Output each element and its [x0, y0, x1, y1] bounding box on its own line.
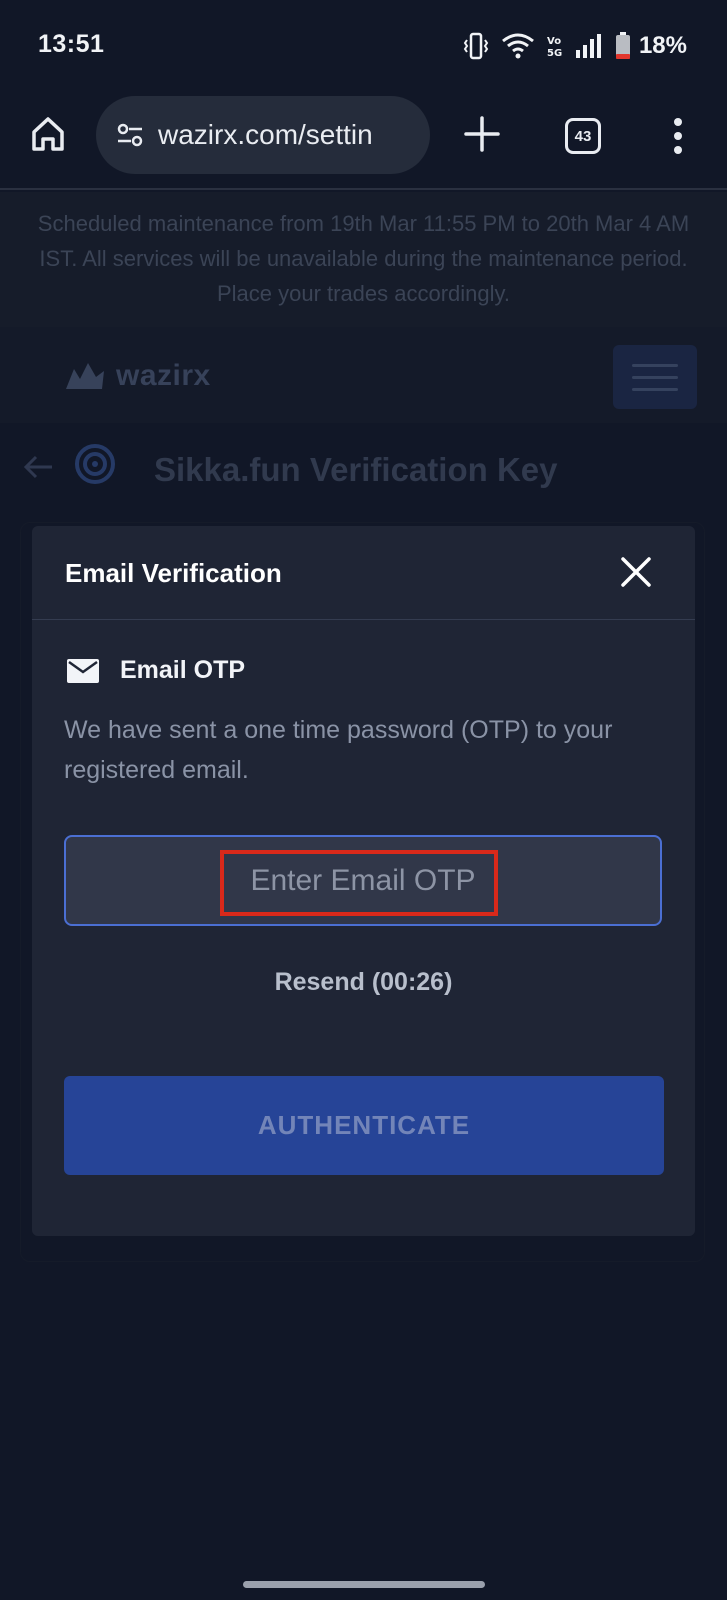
- battery-percentage: 18%: [638, 32, 687, 59]
- verification-key-icon: [75, 444, 115, 484]
- svg-text:Vo: Vo: [547, 36, 561, 47]
- modal-header: Email Verification: [32, 526, 695, 620]
- email-otp-label: Email OTP: [120, 656, 246, 684]
- vibrate-icon: [463, 32, 489, 60]
- hamburger-menu-button[interactable]: [613, 345, 697, 409]
- wazirx-logo-icon: [66, 363, 104, 389]
- mail-icon: [67, 658, 99, 683]
- url-text[interactable]: wazirx.com/settin: [158, 119, 373, 151]
- email-otp-label-row: Email OTP: [66, 656, 245, 685]
- gesture-navigation-bar[interactable]: [243, 1581, 485, 1588]
- email-verification-modal: Email Verification Email OTP We have sen…: [32, 526, 695, 1236]
- page-title: Sikka.fun Verification Key: [154, 451, 558, 488]
- tune-icon[interactable]: [114, 119, 146, 151]
- back-arrow-icon[interactable]: [22, 453, 54, 481]
- signal-icon: [575, 34, 601, 58]
- svg-text:5G: 5G: [547, 48, 562, 59]
- resend-timer-link[interactable]: Resend (00:26): [32, 968, 695, 997]
- tabs-icon[interactable]: 43: [565, 118, 601, 154]
- close-icon[interactable]: [618, 554, 654, 590]
- home-icon[interactable]: [28, 114, 68, 154]
- address-bar[interactable]: wazirx.com/settin: [96, 96, 430, 174]
- site-header: wazirx: [0, 327, 727, 423]
- logo-text: wazirx: [116, 359, 211, 392]
- wifi-icon: [502, 33, 534, 59]
- battery-icon: [615, 32, 630, 59]
- status-time: 13:51: [38, 30, 105, 58]
- plus-icon[interactable]: [462, 114, 502, 154]
- wazirx-logo[interactable]: wazirx: [64, 359, 211, 393]
- browser-toolbar: wazirx.com/settin 43: [0, 92, 727, 190]
- modal-title: Email Verification: [65, 558, 282, 588]
- more-vert-icon[interactable]: [666, 116, 690, 156]
- volte-icon: Vo 5G: [547, 36, 562, 59]
- status-bar: 13:51 Vo 5G 18%: [0, 0, 727, 92]
- email-otp-input[interactable]: [66, 837, 660, 924]
- authenticate-button[interactable]: AUTHENTICATE: [64, 1076, 664, 1175]
- status-icons: Vo 5G 18%: [463, 32, 687, 60]
- page-title-row: Sikka.fun Verification Key: [0, 423, 727, 513]
- otp-description: We have sent a one time password (OTP) t…: [64, 716, 613, 784]
- otp-input-container[interactable]: [64, 835, 662, 926]
- maintenance-banner: Scheduled maintenance from 19th Mar 11:5…: [0, 192, 727, 327]
